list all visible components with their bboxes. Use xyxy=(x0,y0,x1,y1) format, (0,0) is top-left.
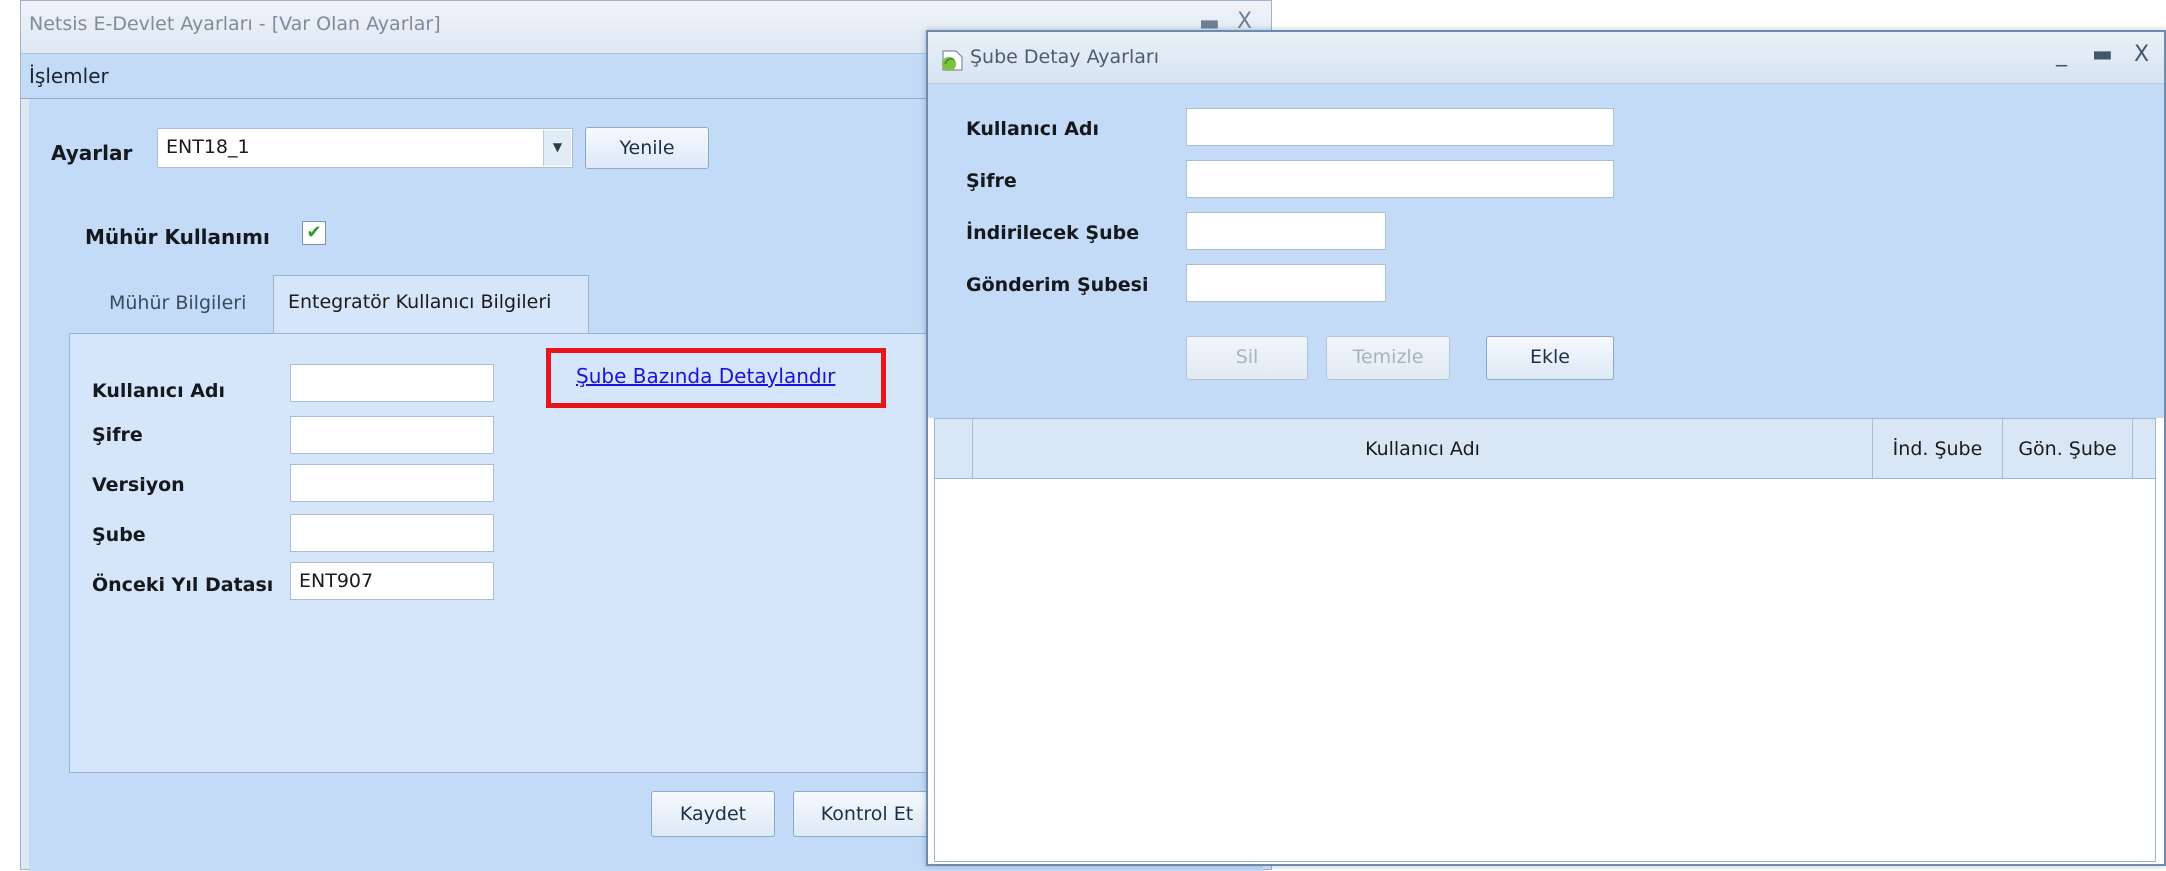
muhur-kullanimi-checkbox[interactable]: ✔ xyxy=(302,221,326,245)
main-window-title: Netsis E-Devlet Ayarları - [Var Olan Aya… xyxy=(29,13,441,35)
indirilecek-sube-input[interactable] xyxy=(1186,212,1386,250)
chevron-down-icon[interactable]: ▼ xyxy=(543,130,571,166)
kullanici-adi-label: Kullanıcı Adı xyxy=(92,380,226,402)
grid-col-gon-sube[interactable]: Gön. Şube xyxy=(2003,419,2133,479)
muhur-kullanimi-label: Mühür Kullanımı xyxy=(85,225,270,249)
detail-kullanici-adi-input[interactable] xyxy=(1186,108,1614,146)
grid-col-kullanici-adi[interactable]: Kullanıcı Adı xyxy=(973,419,1873,479)
detail-sifre-label: Şifre xyxy=(966,170,1017,192)
onceki-yil-datasi-label: Önceki Yıl Datası xyxy=(92,574,274,596)
tab-entegrator-kullanici-bilgileri[interactable]: Entegratör Kullanıcı Bilgileri xyxy=(273,275,589,335)
detail-maximize-icon[interactable]: ▬ xyxy=(2092,42,2113,67)
versiyon-label: Versiyon xyxy=(92,474,185,496)
yenile-button[interactable]: Yenile xyxy=(585,127,709,169)
gonderim-subesi-input[interactable] xyxy=(1186,264,1386,302)
sube-bazinda-detaylandir-link[interactable]: Şube Bazında Detaylandır xyxy=(576,364,835,388)
detail-title-bar: Şube Detay Ayarları _ ▬ X xyxy=(928,32,2164,84)
gonderim-subesi-label: Gönderim Şubesi xyxy=(966,274,1149,296)
detail-grid: Kullanıcı Adı İnd. Şube Gön. Şube xyxy=(934,418,2156,862)
detail-form-area: Kullanıcı Adı Şifre İndirilecek Şube Gön… xyxy=(928,84,2164,418)
kontrol-et-button[interactable]: Kontrol Et xyxy=(793,791,941,837)
ayarlar-label: Ayarlar xyxy=(51,141,133,165)
grid-row-indicator xyxy=(935,419,973,479)
versiyon-input[interactable] xyxy=(290,464,494,502)
ekle-button[interactable]: Ekle xyxy=(1486,336,1614,380)
detail-kullanici-adi-label: Kullanıcı Adı xyxy=(966,118,1100,140)
detail-window-title: Şube Detay Ayarları xyxy=(970,46,1160,68)
kaydet-button[interactable]: Kaydet xyxy=(651,791,775,837)
grid-header: Kullanıcı Adı İnd. Şube Gön. Şube xyxy=(935,419,2155,479)
sifre-input[interactable] xyxy=(290,416,494,454)
detail-minimize-icon[interactable]: _ xyxy=(2056,42,2067,67)
sil-button[interactable]: Sil xyxy=(1186,336,1308,380)
kullanici-adi-input[interactable] xyxy=(290,364,494,402)
indirilecek-sube-label: İndirilecek Şube xyxy=(966,222,1140,244)
onceki-yil-datasi-input[interactable]: ENT907 xyxy=(290,562,494,600)
sube-detay-window: Şube Detay Ayarları _ ▬ X Kullanıcı Adı … xyxy=(926,30,2166,866)
tab-muhur-bilgileri[interactable]: Mühür Bilgileri xyxy=(95,277,260,333)
temizle-button[interactable]: Temizle xyxy=(1326,336,1450,380)
detail-close-icon[interactable]: X xyxy=(2134,42,2149,67)
document-icon xyxy=(942,50,963,71)
ayarlar-combo-value: ENT18_1 xyxy=(166,136,250,158)
menu-islemler[interactable]: İşlemler xyxy=(29,64,109,88)
grid-col-ind-sube[interactable]: İnd. Şube xyxy=(1873,419,2003,479)
sube-label: Şube xyxy=(92,524,146,546)
ayarlar-combo[interactable]: ENT18_1 ▼ xyxy=(157,128,573,168)
sifre-label: Şifre xyxy=(92,424,143,446)
detail-sifre-input[interactable] xyxy=(1186,160,1614,198)
sube-input[interactable] xyxy=(290,514,494,552)
